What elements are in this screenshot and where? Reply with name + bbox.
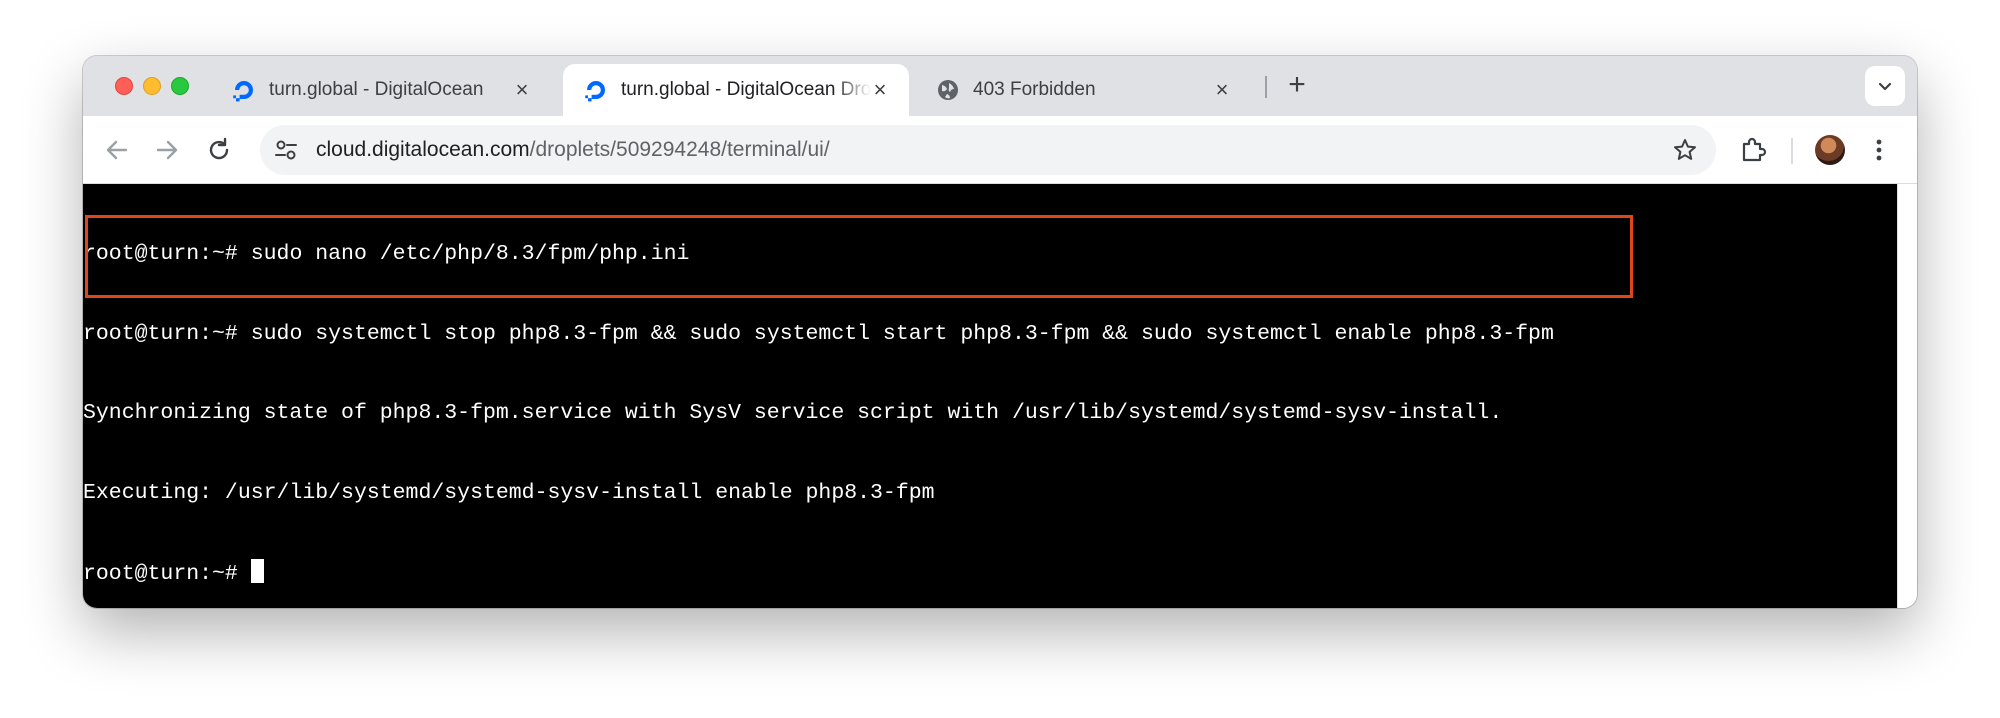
terminal-prompt: root@turn:~# <box>83 321 251 346</box>
digitalocean-icon <box>233 81 253 102</box>
close-window-button[interactable] <box>115 77 133 95</box>
terminal-prompt: root@turn:~# <box>83 242 251 266</box>
terminal-line: root@turn:~# sudo nano /etc/php/8.3/fpm/… <box>83 241 1897 268</box>
globe-icon <box>938 80 958 100</box>
fullscreen-window-button[interactable] <box>171 77 189 95</box>
close-tab-icon[interactable]: × <box>869 79 891 101</box>
browser-toolbar: cloud.digitalocean.com/droplets/50929424… <box>83 116 1917 184</box>
site-settings-icon[interactable] <box>272 136 300 164</box>
url-path: /droplets/509294248/terminal/ui/ <box>529 138 830 161</box>
back-arrow-icon[interactable] <box>101 134 133 166</box>
forward-arrow-icon[interactable] <box>151 134 183 166</box>
url-text[interactable]: cloud.digitalocean.com/droplets/50929424… <box>316 138 830 162</box>
extensions-puzzle-icon[interactable] <box>1737 134 1769 166</box>
digitalocean-icon <box>585 81 605 102</box>
terminal-line: root@turn:~# <box>83 559 1897 586</box>
more-menu-icon[interactable] <box>1871 136 1887 164</box>
chevron-down-icon <box>1878 82 1892 90</box>
terminal-command: sudo systemctl stop php8.3-fpm && sudo s… <box>250 321 1554 346</box>
profile-avatar[interactable] <box>1815 135 1845 165</box>
terminal-output: Synchronizing state of php8.3-fpm.servic… <box>83 401 1503 425</box>
tab-turn-global-active[interactable]: turn.global - DigitalOcean Dro × <box>563 64 909 116</box>
close-tab-icon[interactable]: × <box>511 79 533 101</box>
new-tab-button[interactable]: + <box>1279 68 1315 104</box>
tab-turn-global-1[interactable]: turn.global - DigitalOcean × <box>211 64 551 116</box>
close-tab-icon[interactable]: × <box>1211 79 1233 101</box>
address-bar[interactable]: cloud.digitalocean.com/droplets/50929424… <box>260 125 1716 175</box>
tab-title: turn.global - DigitalOcean Dro <box>621 79 871 100</box>
reload-icon[interactable] <box>203 134 235 166</box>
terminal-scrollbar[interactable] <box>1897 184 1917 608</box>
url-host: cloud.digitalocean.com <box>316 138 530 161</box>
terminal-cursor <box>250 559 264 583</box>
browser-window: turn.global - DigitalOcean × turn.global… <box>83 56 1917 608</box>
terminal-console[interactable]: root@turn:~# sudo nano /etc/php/8.3/fpm/… <box>83 184 1897 608</box>
toolbar-separator <box>1791 138 1793 164</box>
bookmark-star-icon[interactable] <box>1672 137 1698 163</box>
tab-403-forbidden[interactable]: 403 Forbidden × <box>915 64 1255 116</box>
terminal-line: Executing: /usr/lib/systemd/systemd-sysv… <box>83 480 1897 507</box>
tab-search-button[interactable] <box>1865 66 1905 106</box>
tab-strip: turn.global - DigitalOcean × turn.global… <box>83 56 1917 116</box>
terminal-prompt: root@turn:~# <box>83 562 251 586</box>
terminal-command: sudo nano /etc/php/8.3/fpm/php.ini <box>250 242 690 266</box>
tab-separator <box>1265 76 1267 98</box>
tab-title: turn.global - DigitalOcean <box>269 79 484 100</box>
terminal-output: Executing: /usr/lib/systemd/systemd-sysv… <box>83 480 935 505</box>
terminal-line: Synchronizing state of php8.3-fpm.servic… <box>83 400 1897 427</box>
minimize-window-button[interactable] <box>143 77 161 95</box>
tab-title: 403 Forbidden <box>973 79 1096 100</box>
terminal-line: root@turn:~# sudo systemctl stop php8.3-… <box>83 321 1897 348</box>
